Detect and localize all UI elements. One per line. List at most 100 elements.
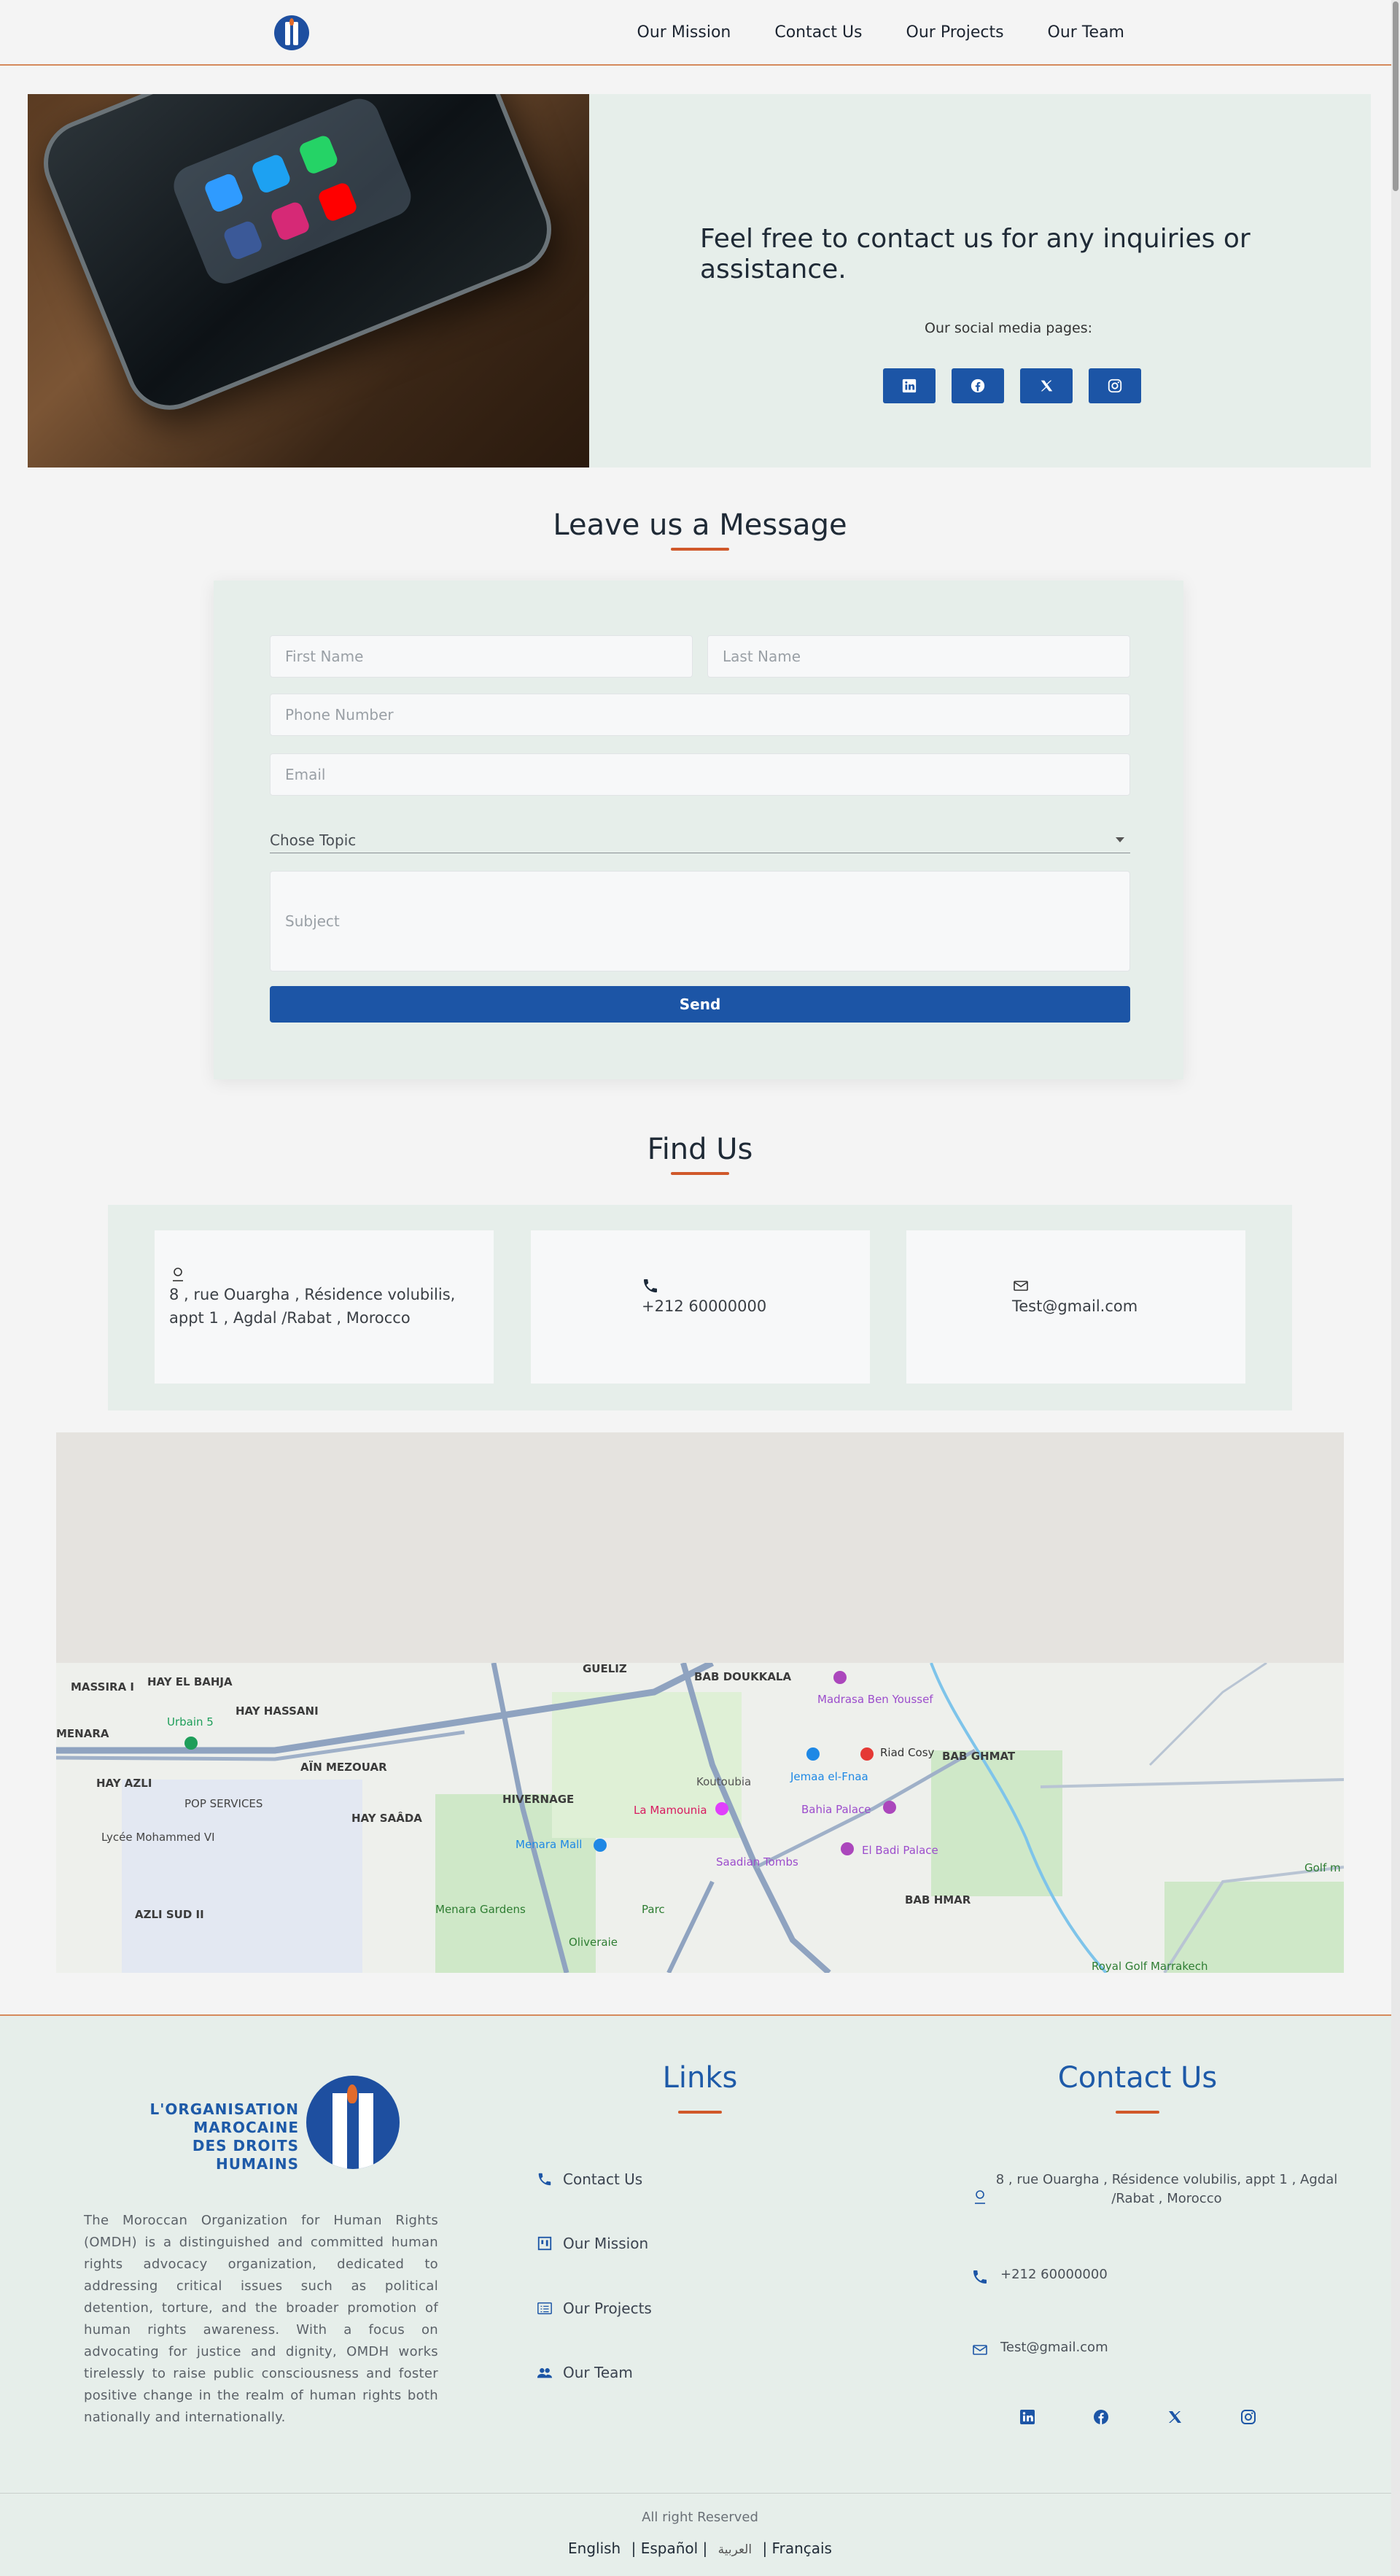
map-label: HIVERNAGE [502, 1793, 575, 1806]
hero-social-icons [883, 368, 1141, 403]
last-name-input[interactable]: Last Name [707, 635, 1130, 678]
map-poi[interactable]: Jemaa el-Fnaa [790, 1770, 868, 1783]
form-section-title: Leave us a Message [553, 508, 847, 542]
nav-link-our-team[interactable]: Our Team [1048, 23, 1124, 42]
facebook-icon[interactable] [1092, 2408, 1110, 2426]
footer-org-name: L'ORGANISATION MAROCAINE DES DROITS HUMA… [117, 2100, 299, 2173]
map-label: BAB HMAR [905, 1893, 971, 1906]
location-pin-icon [975, 2190, 985, 2204]
hero-headline: Feel free to contact us for any inquirie… [700, 224, 1251, 284]
language-switcher: English | Español | العربية | Français [0, 2540, 1400, 2557]
map-poi[interactable]: Parc [642, 1903, 665, 1916]
facebook-icon [971, 379, 985, 393]
map-poi[interactable]: Saadian Tombs [716, 1855, 798, 1869]
map-label: HAY HASSANI [236, 1704, 319, 1718]
email-text[interactable]: Test@gmail.com [1012, 1295, 1138, 1318]
map-poi[interactable]: Menara Mall [516, 1838, 582, 1851]
envelope-icon [1014, 1281, 1028, 1291]
map-poi[interactable]: Riad Cosy [880, 1746, 934, 1759]
footer-link-our-projects[interactable]: Our Projects [537, 2300, 652, 2317]
subject-textarea[interactable]: Subject [270, 871, 1130, 971]
lang-francais[interactable]: | Français [762, 2540, 832, 2557]
x-button[interactable] [1020, 368, 1073, 403]
phone-icon [973, 2270, 987, 2284]
footer-link-label: Our Mission [563, 2235, 649, 2252]
nav-links: Our Mission Contact Us Our Projects Our … [594, 0, 1124, 64]
map-poi[interactable]: Menara Gardens [435, 1903, 526, 1916]
title-underline [678, 2111, 722, 2114]
footer-link-label: Our Projects [563, 2300, 652, 2317]
find-us-title: Find Us [647, 1133, 753, 1166]
lang-espanol[interactable]: | Español | [631, 2540, 708, 2557]
map-poi[interactable]: Bahia Palace [801, 1803, 871, 1816]
phone-icon [538, 2173, 551, 2186]
hero-phone-image [28, 94, 589, 468]
scrollbar-thumb[interactable] [1393, 1, 1399, 191]
title-underline [671, 548, 729, 551]
footer-email[interactable]: Test@gmail.com [1000, 2338, 1108, 2357]
map-label: GUELIZ [583, 1662, 627, 1675]
map-label: BAB GHMAT [942, 1750, 1016, 1763]
linkedin-button[interactable] [883, 368, 936, 403]
send-button[interactable]: Send [270, 986, 1130, 1023]
x-icon[interactable] [1166, 2408, 1183, 2426]
map-poi[interactable]: Golf m [1304, 1861, 1341, 1874]
map-label: HAY EL BAHJA [147, 1675, 233, 1688]
phone-card: +212 60000000 [531, 1230, 870, 1384]
map-poi[interactable]: POP SERVICES [184, 1797, 262, 1810]
map-poi[interactable]: Royal Golf Marrakech [1092, 1960, 1208, 1973]
footer-link-label: Contact Us [563, 2170, 643, 2188]
phone-text[interactable]: +212 60000000 [642, 1295, 766, 1318]
footer-link-label: Our Team [563, 2364, 633, 2381]
map-poi[interactable]: Urbain 5 [167, 1715, 214, 1729]
map-label: HAY AZLI [96, 1777, 152, 1790]
map-poi[interactable]: Koutoubia [696, 1775, 751, 1788]
contact-hero: Feel free to contact us for any inquirie… [28, 94, 1371, 468]
nav-link-contact-us[interactable]: Contact Us [774, 23, 862, 42]
footer-link-contact-us[interactable]: Contact Us [537, 2170, 642, 2188]
social-label: Our social media pages: [925, 320, 1093, 336]
lang-english[interactable]: English [568, 2540, 621, 2557]
linkedin-icon[interactable] [1019, 2408, 1036, 2426]
footer-bottom-bar [0, 2493, 1391, 2576]
footer-about-text: The Moroccan Organization for Human Righ… [84, 2213, 438, 2425]
map-label: AZLI SUD II [135, 1908, 204, 1921]
map-label: MENARA [56, 1727, 109, 1740]
nav-link-our-projects[interactable]: Our Projects [906, 23, 1004, 42]
instagram-icon[interactable] [1240, 2408, 1257, 2426]
title-underline [1116, 2111, 1159, 2114]
email-input[interactable]: Email [270, 753, 1130, 796]
facebook-button[interactable] [952, 368, 1004, 403]
omdh-logo[interactable] [274, 15, 309, 50]
map-poi[interactable]: Lycée Mohammed VI [101, 1831, 215, 1844]
map-label: AÏN MEZOUAR [300, 1761, 387, 1774]
location-map[interactable]: MASSIRA I HAY EL BAHJA HAY HASSANI GUELI… [56, 1432, 1344, 1973]
chevron-down-icon [1116, 837, 1124, 842]
nav-link-our-mission[interactable]: Our Mission [637, 23, 731, 42]
footer-phone[interactable]: +212 60000000 [1000, 2265, 1108, 2284]
map-poi[interactable]: El Badi Palace [862, 1844, 938, 1857]
org-name-line: L'ORGANISATION [149, 2100, 299, 2118]
phone-icon [644, 1279, 657, 1292]
map-poi[interactable]: La Mamounia [634, 1804, 707, 1817]
footer-links-title: Links [662, 2061, 738, 2095]
copyright-text: All right Reserved [642, 2510, 758, 2525]
phone-input[interactable]: Phone Number [270, 694, 1130, 736]
map-label: MASSIRA I [71, 1680, 135, 1694]
team-icon [537, 2368, 553, 2378]
page-scrollbar[interactable] [1391, 0, 1400, 2576]
map-label: HAY SAÂDA [351, 1812, 422, 1825]
footer-link-our-team[interactable]: Our Team [537, 2364, 633, 2381]
address-text: 8 , rue Ouargha , Résidence volubilis, a… [169, 1286, 456, 1327]
footer-link-our-mission[interactable]: Our Mission [537, 2235, 648, 2252]
topic-select[interactable]: Chose Topic [270, 827, 1130, 853]
map-poi[interactable]: Madrasa Ben Youssef [817, 1693, 933, 1706]
email-card: Test@gmail.com [906, 1230, 1245, 1384]
instagram-button[interactable] [1089, 368, 1141, 403]
address-card: 8 , rue Ouargha , Résidence volubilis, a… [155, 1230, 494, 1384]
first-name-input[interactable]: First Name [270, 635, 693, 678]
org-name-line: MAROCAINE [193, 2119, 299, 2136]
linkedin-icon [902, 379, 917, 393]
lang-arabic[interactable]: العربية [718, 2542, 752, 2557]
map-poi[interactable]: Oliveraie [569, 1936, 618, 1949]
